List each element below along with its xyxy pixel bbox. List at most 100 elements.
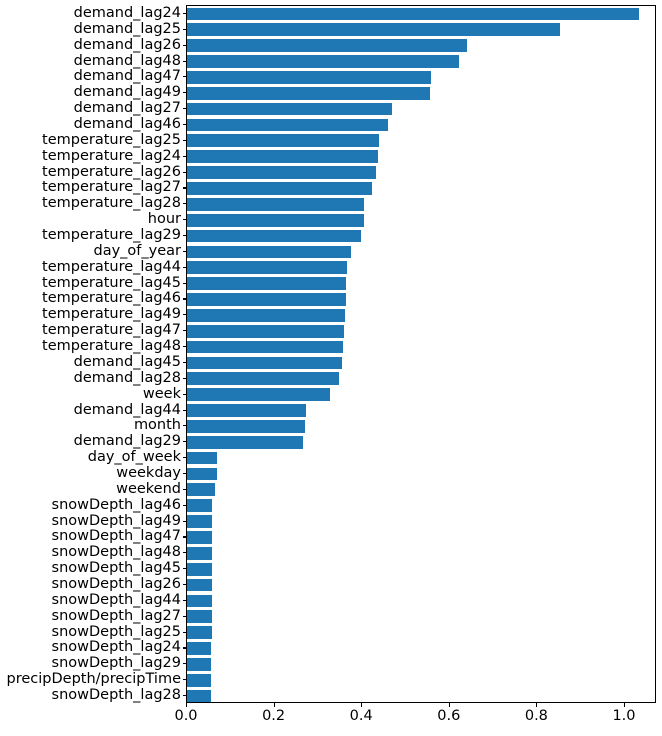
bar [187, 308, 345, 322]
y-axis-tick-label: snowDepth_lag27 [51, 607, 181, 624]
y-axis-tick-label: snowDepth_lag46 [51, 496, 181, 513]
y-axis-tick-label: snowDepth_lag45 [51, 559, 181, 576]
bar [187, 55, 459, 68]
x-axis-tick-label: 0.6 [437, 708, 461, 724]
figure-canvas: demand_lag24 demand_lag25 demand_lag26 dema… [0, 0, 662, 736]
bar [187, 578, 212, 592]
bar [187, 213, 364, 227]
y-axis-tick-label: demand_lag48 [73, 52, 181, 69]
x-axis-tick-label: 0.4 [349, 708, 373, 724]
bar-row [187, 420, 655, 433]
y-axis-tick-label: demand_lag47 [73, 68, 181, 85]
bar-row [187, 531, 655, 544]
bar [187, 277, 347, 290]
x-tick-mark [623, 703, 626, 707]
bar [187, 102, 392, 116]
bar [187, 531, 212, 544]
y-axis-tick-label: demand_lag45 [73, 353, 181, 370]
bar-row [187, 39, 655, 52]
bar-row [187, 261, 655, 275]
bar [187, 7, 639, 21]
bar-row [187, 642, 655, 655]
bar [187, 134, 379, 148]
y-axis-tick-label: precipDepth/precipTime [6, 670, 181, 687]
y-axis-tick-label: day_of_week [87, 448, 181, 465]
bar [187, 657, 212, 671]
bar [187, 293, 346, 306]
bar-row [187, 118, 655, 132]
bar-row [187, 356, 655, 370]
bar-row [187, 467, 655, 481]
bar-row [187, 515, 655, 528]
y-axis-tick-label: temperature_lag26 [42, 163, 181, 180]
y-axis-tick-label: hour [147, 210, 181, 227]
x-axis-tick-label: 0.2 [262, 708, 286, 724]
bar-row [187, 451, 655, 465]
bar [187, 499, 213, 513]
y-axis-tick-label: demand_lag29 [73, 433, 181, 449]
bar [187, 245, 351, 259]
bar [187, 197, 365, 211]
bar [187, 420, 306, 433]
bar [187, 388, 331, 401]
bar [187, 182, 372, 195]
y-axis-tick-label: temperature_lag24 [42, 147, 181, 164]
bar-row [187, 229, 655, 243]
bar [187, 451, 217, 465]
bar-row [187, 562, 655, 576]
bar [187, 229, 362, 243]
bar-row [187, 197, 655, 211]
y-axis-tick-label: snowDepth_lag48 [51, 544, 181, 561]
y-axis-tick-label: weekend [116, 480, 181, 497]
y-axis-tick-label: month [133, 417, 181, 434]
y-axis-tick-label: snowDepth_lag49 [51, 512, 181, 529]
bar [187, 150, 378, 164]
bar [187, 483, 216, 497]
y-axis-tick-label: week [142, 385, 181, 402]
bar [187, 594, 212, 608]
y-axis-tick-label: snowDepth_lag28 [51, 686, 181, 703]
y-axis-tick-label: demand_lag24 [73, 4, 181, 21]
bar-row [187, 499, 655, 513]
bar-row [187, 213, 655, 227]
y-axis-tick-label: demand_lag27 [73, 99, 181, 116]
y-axis-tick-label: snowDepth_lag26 [51, 575, 181, 592]
y-axis-tick-labels: demand_lag24 demand_lag25 demand_lag26 dema… [0, 0, 181, 736]
y-axis-tick-label: demand_lag25 [73, 20, 181, 37]
y-axis-tick-label: temperature_lag45 [42, 274, 181, 291]
bar [187, 435, 304, 449]
y-axis-tick-label: snowDepth_lag47 [51, 528, 181, 545]
bar-row [187, 23, 655, 37]
bar [187, 39, 467, 52]
y-axis-tick-label: temperature_lag27 [42, 179, 181, 196]
bar [187, 86, 430, 100]
bar [187, 515, 213, 528]
bar [187, 642, 212, 655]
x-tick-mark [186, 703, 188, 707]
bar [187, 324, 344, 338]
x-tick-mark [361, 703, 363, 707]
y-axis-tick-label: demand_lag28 [73, 369, 181, 386]
bar [187, 23, 561, 37]
y-axis-tick-label: demand_lag26 [73, 36, 181, 53]
y-axis-tick-label: demand_lag46 [73, 115, 181, 132]
bar-row [187, 86, 655, 100]
bar-row [187, 150, 655, 164]
x-axis-tick-label: 0.0 [174, 708, 198, 724]
y-axis-tick-label: temperature_lag29 [42, 226, 181, 243]
y-axis-tick-label: temperature_lag47 [42, 321, 181, 338]
bar-row [187, 610, 655, 624]
bar-row [187, 324, 655, 338]
bar-series [187, 6, 655, 703]
bar-row [187, 102, 655, 116]
bar-row [187, 277, 655, 290]
bar [187, 562, 212, 576]
bar [187, 71, 431, 84]
bar [187, 166, 376, 179]
y-axis-tick-label: weekday [116, 464, 181, 481]
bar-row [187, 673, 655, 687]
bar-row [187, 388, 655, 401]
y-axis-tick-label: snowDepth_lag29 [51, 655, 181, 672]
bar [187, 546, 212, 560]
bar-row [187, 546, 655, 560]
